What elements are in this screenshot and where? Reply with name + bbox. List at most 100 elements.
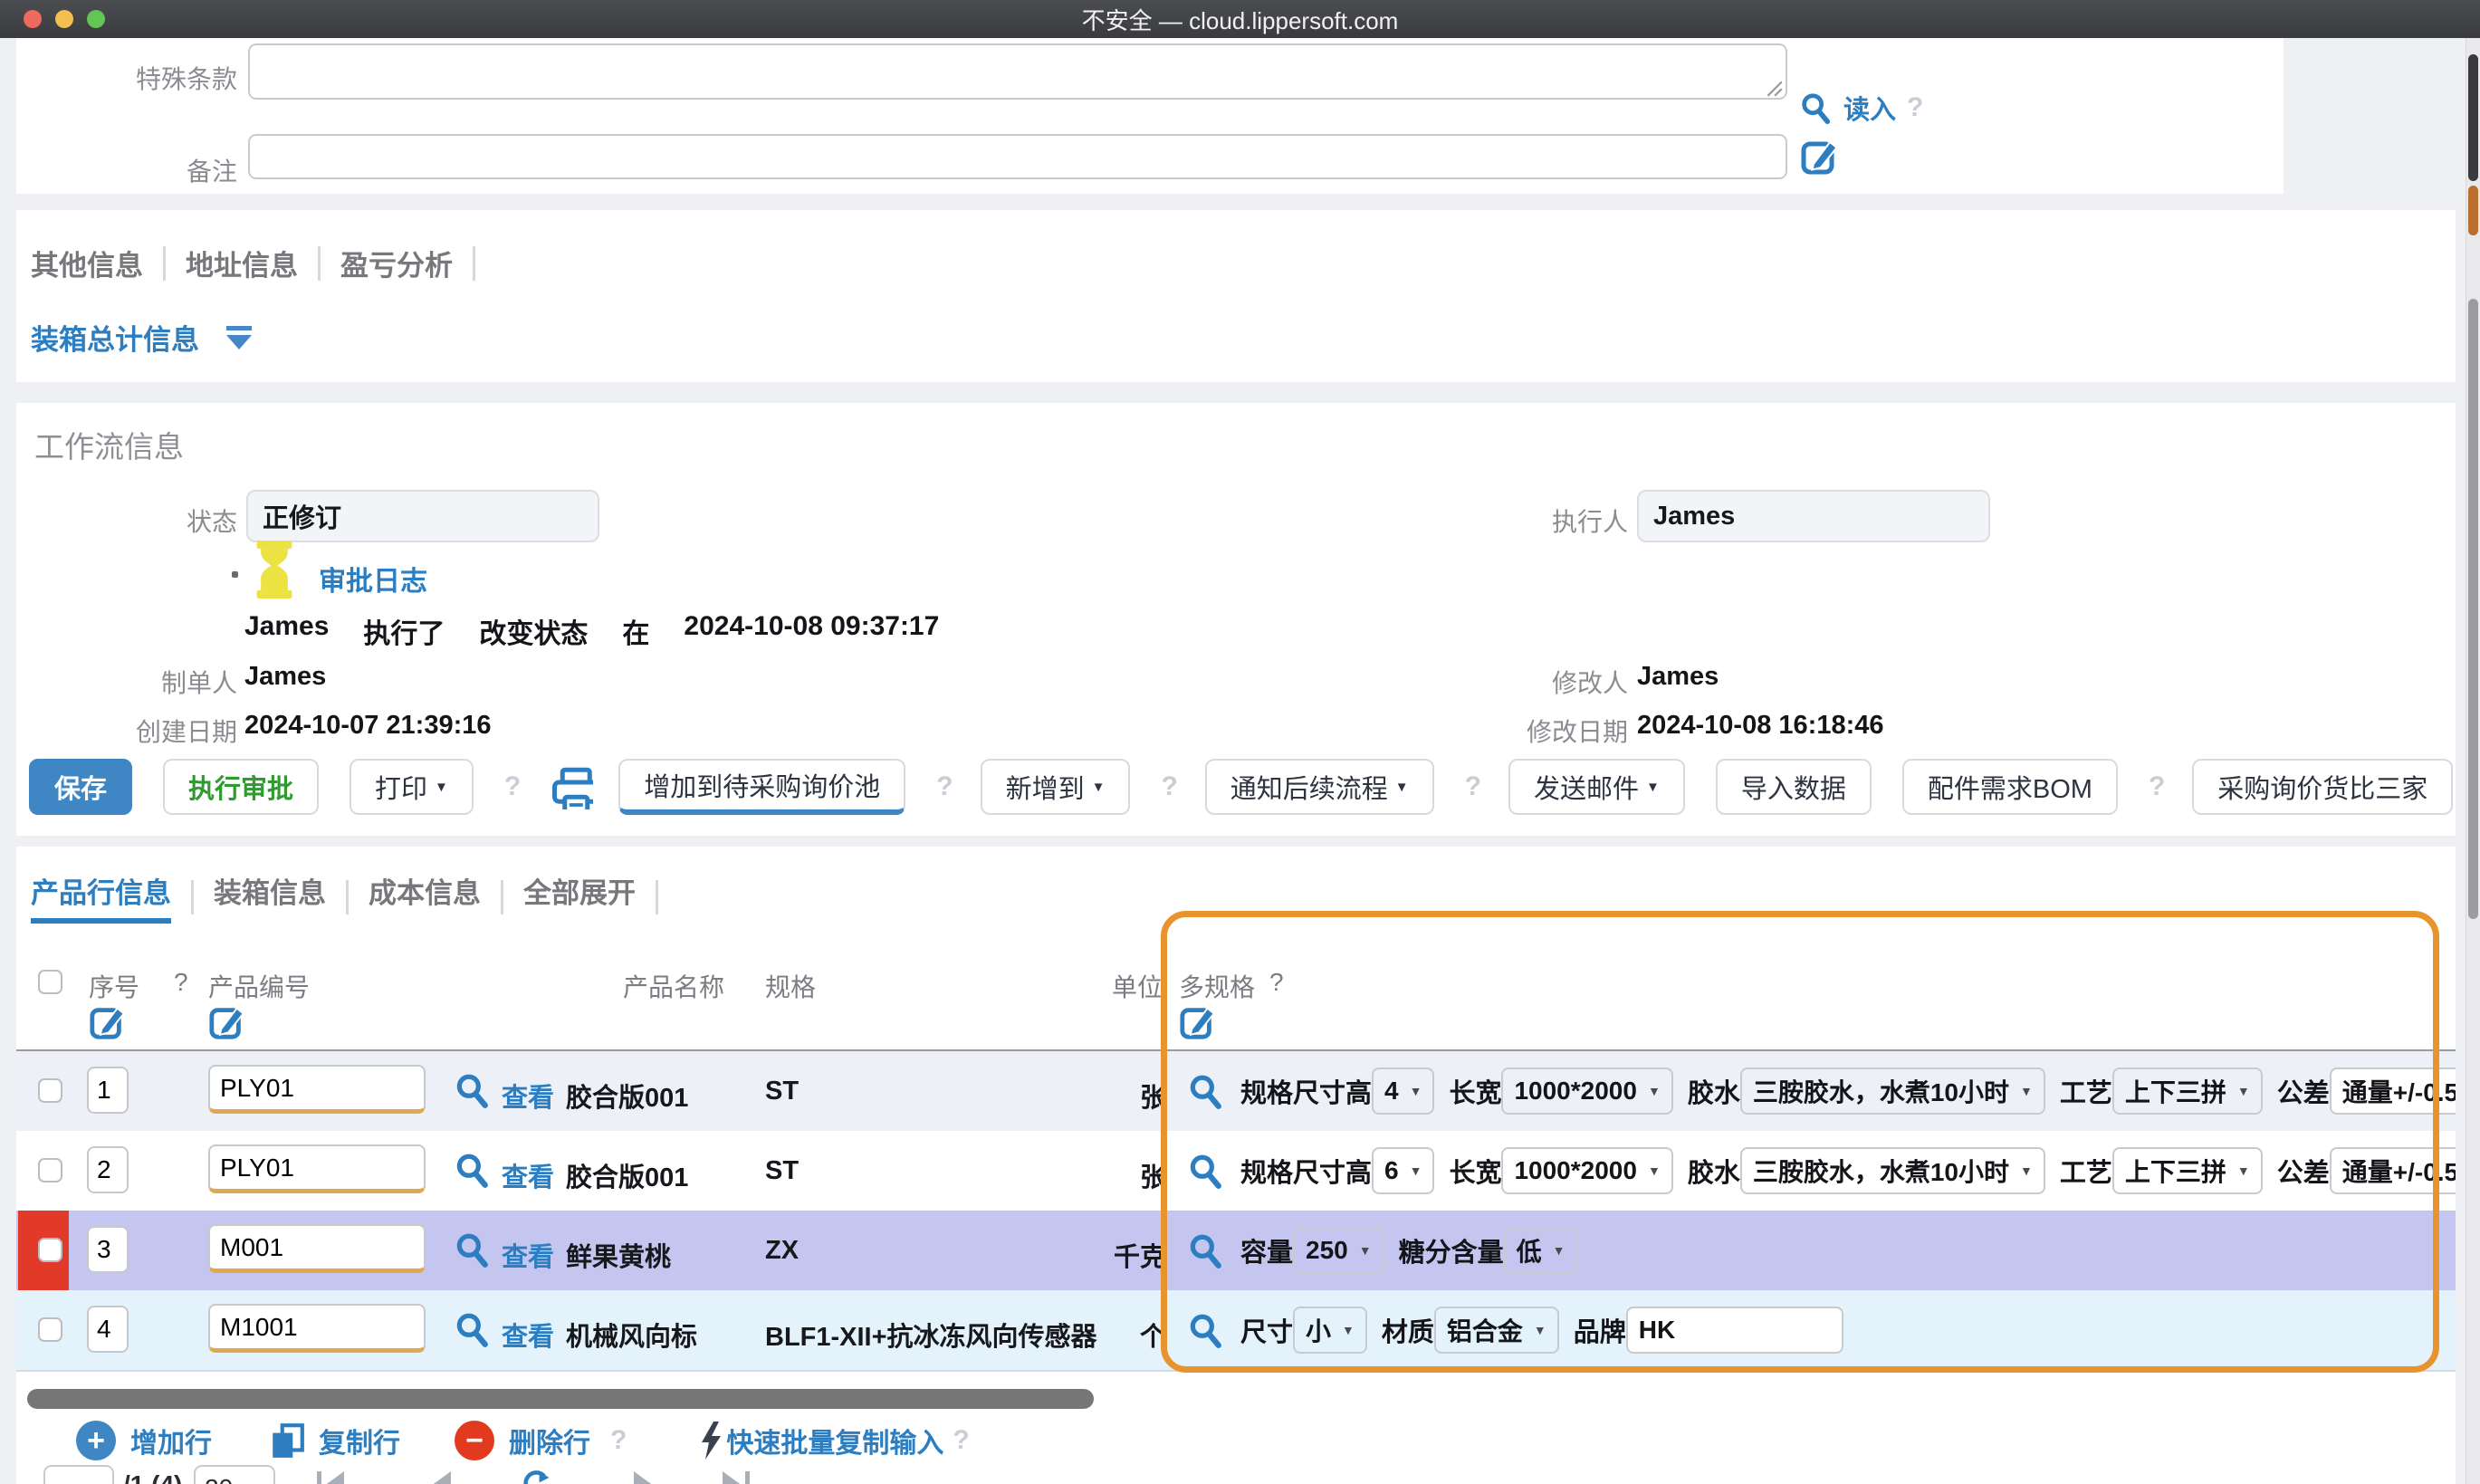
seq-input[interactable] (87, 1146, 129, 1193)
tab-other-info[interactable]: 其他信息 (31, 243, 143, 283)
spec-select[interactable]: 6▼ (1372, 1147, 1434, 1194)
horizontal-scrollbar-thumb[interactable] (27, 1389, 1094, 1409)
multispec-search-icon[interactable] (1186, 1231, 1224, 1269)
spec-select[interactable]: 小▼ (1293, 1307, 1367, 1354)
row-checkbox[interactable] (38, 1078, 62, 1103)
next-page-icon[interactable] (628, 1468, 661, 1484)
first-page-icon[interactable] (315, 1468, 348, 1484)
seq-help-icon[interactable]: ? (174, 968, 188, 997)
minimize-window-button[interactable] (55, 10, 73, 28)
spec-select[interactable]: 低▼ (1504, 1227, 1578, 1274)
purchase-inquiry-compare-three-button[interactable]: 采购询价货比三家 (2192, 759, 2453, 815)
view-link[interactable]: 查看 (502, 1077, 554, 1115)
product-code-input[interactable] (208, 1065, 426, 1114)
approval-log-link[interactable]: 审批日志 (319, 559, 427, 598)
row-checkbox[interactable] (38, 1158, 62, 1182)
product-code-input[interactable] (208, 1144, 426, 1193)
view-link[interactable]: 查看 (502, 1316, 554, 1354)
spec-select[interactable]: 1000*2000▼ (1501, 1147, 1672, 1194)
send-email-button[interactable]: 发送邮件▼ (1508, 759, 1685, 815)
print-button[interactable]: 打印▼ (349, 759, 474, 815)
read-in-search-icon[interactable] (1798, 91, 1833, 125)
vertical-scrollbar-thumb[interactable] (2468, 299, 2478, 919)
product-code-input[interactable] (208, 1304, 426, 1353)
spec-input[interactable]: 通量+/-0.5m (2330, 1147, 2456, 1194)
seq-input[interactable] (87, 1067, 129, 1114)
spec-input[interactable]: HK (1626, 1307, 1843, 1354)
special-terms-textarea[interactable] (248, 43, 1787, 100)
notify-follow-up-flow-help-icon[interactable]: ? (1465, 771, 1481, 802)
spec-select[interactable]: 上下三拼▼ (2112, 1068, 2263, 1115)
select-all-checkbox[interactable] (38, 970, 62, 994)
save-button[interactable]: 保存 (29, 759, 132, 815)
spec-select[interactable]: 铝合金▼ (1434, 1307, 1559, 1354)
print-help-icon[interactable]: ? (504, 771, 521, 802)
multispec-search-icon[interactable] (1186, 1152, 1224, 1190)
seq-edit-icon[interactable] (89, 1002, 127, 1040)
search-icon[interactable] (453, 1310, 491, 1348)
parts-demand-bom-help-icon[interactable]: ? (2149, 771, 2165, 802)
add-row-label[interactable]: 增加行 (130, 1421, 212, 1460)
copy-row-icon[interactable] (268, 1422, 306, 1460)
textarea-resize-handle[interactable] (1764, 78, 1784, 98)
quick-batch-help-icon[interactable]: ? (953, 1425, 969, 1456)
packing-summary-toggle[interactable]: 装箱总计信息 (31, 317, 255, 358)
spec-select[interactable]: 上下三拼▼ (2112, 1147, 2263, 1194)
delete-row-button[interactable]: − (455, 1421, 494, 1460)
tab-packing-info[interactable]: 装箱信息 (214, 870, 326, 924)
page-size-input[interactable] (194, 1465, 275, 1484)
notes-input[interactable] (248, 134, 1787, 179)
notes-edit-icon[interactable] (1800, 136, 1840, 176)
seq-input[interactable] (87, 1226, 129, 1273)
copy-row-label[interactable]: 复制行 (319, 1421, 400, 1460)
add-row-button[interactable]: + (76, 1421, 116, 1460)
printer-icon[interactable] (548, 764, 593, 809)
view-link[interactable]: 查看 (502, 1156, 554, 1194)
last-page-icon[interactable] (721, 1468, 753, 1484)
notify-follow-up-flow-button[interactable]: 通知后续流程▼ (1205, 759, 1434, 815)
previous-page-icon[interactable] (426, 1468, 458, 1484)
spec-select[interactable]: 250▼ (1293, 1227, 1384, 1274)
tab-profit-loss[interactable]: 盈亏分析 (340, 243, 453, 283)
quick-batch-input-label[interactable]: 快速批量复制输入 (726, 1421, 943, 1460)
read-in-link[interactable]: 读入 (1843, 89, 1896, 127)
spec-select[interactable]: 1000*2000▼ (1501, 1068, 1672, 1115)
multispec-edit-icon[interactable] (1179, 1002, 1217, 1040)
search-icon[interactable] (453, 1230, 491, 1269)
spec-select[interactable]: 三胺胶水，水煮10小时▼ (1740, 1147, 2045, 1194)
multispec-search-icon[interactable] (1186, 1072, 1224, 1110)
delete-row-label[interactable]: 删除行 (509, 1421, 590, 1460)
row-checkbox[interactable] (38, 1238, 62, 1262)
spec-select[interactable]: 三胺胶水，水煮10小时▼ (1740, 1068, 2045, 1115)
delete-row-help-icon[interactable]: ? (610, 1425, 627, 1456)
close-window-button[interactable] (24, 10, 42, 28)
row-checkbox[interactable] (38, 1317, 62, 1342)
tab-product-lines[interactable]: 产品行信息 (31, 870, 171, 924)
add-new-to-button[interactable]: 新增到▼ (981, 759, 1131, 815)
execute-approval-button[interactable]: 执行审批 (163, 759, 319, 815)
spec-input[interactable]: 通量+/-0.5m (2330, 1068, 2456, 1115)
add-to-purchase-inquiry-pool-help-icon[interactable]: ? (936, 771, 953, 802)
zoom-window-button[interactable] (87, 10, 105, 28)
read-in-help-icon[interactable]: ? (1907, 92, 1923, 123)
multispec-help-icon[interactable]: ? (1269, 968, 1284, 997)
add-new-to-help-icon[interactable]: ? (1161, 771, 1177, 802)
import-data-button[interactable]: 导入数据 (1716, 759, 1872, 815)
seq-input[interactable] (87, 1306, 129, 1353)
tab-address-info[interactable]: 地址信息 (186, 243, 298, 283)
page-number-input[interactable] (43, 1465, 114, 1484)
search-icon[interactable] (453, 1151, 491, 1189)
search-icon[interactable] (453, 1071, 491, 1109)
spec-select[interactable]: 4▼ (1372, 1068, 1434, 1115)
tab-cost-info[interactable]: 成本信息 (369, 870, 481, 924)
view-link[interactable]: 查看 (502, 1236, 554, 1274)
parts-demand-bom-button[interactable]: 配件需求BOM (1902, 759, 2118, 815)
multispec-search-icon[interactable] (1186, 1311, 1224, 1349)
spec-field: 规格尺寸高6▼ (1240, 1147, 1434, 1194)
add-to-purchase-inquiry-pool-button[interactable]: 增加到待采购询价池 (618, 759, 905, 815)
refresh-icon[interactable] (520, 1468, 552, 1484)
tab-expand-all[interactable]: 全部展开 (523, 870, 636, 924)
code-edit-icon[interactable] (208, 1002, 246, 1040)
spec-label: 规格尺寸高 (1240, 1072, 1372, 1110)
product-code-input[interactable] (208, 1224, 426, 1273)
